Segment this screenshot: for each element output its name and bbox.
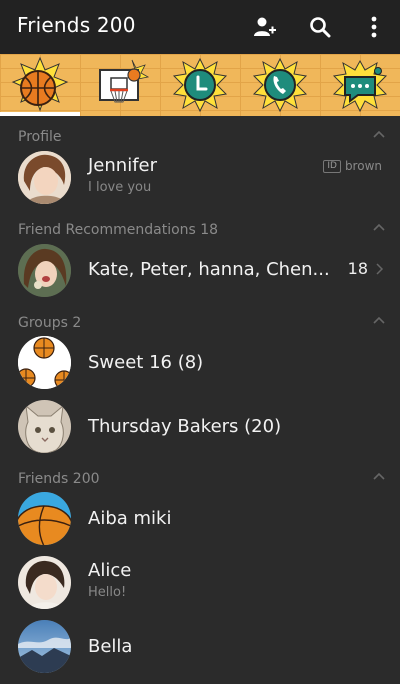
section-label: Friend Recommendations 18 bbox=[18, 222, 219, 238]
tab-timeline[interactable] bbox=[160, 54, 240, 116]
friend-name: Alice bbox=[88, 560, 132, 581]
profile-name: Jennifer bbox=[88, 155, 158, 176]
tab-basketball[interactable] bbox=[0, 54, 80, 116]
basketball-hoop-icon bbox=[99, 59, 150, 103]
phone-icon bbox=[252, 57, 308, 113]
recommendations-row[interactable]: Kate, Peter, hanna, Chen... 18 bbox=[0, 238, 400, 302]
friend-status: Hello! bbox=[88, 585, 127, 600]
avatar bbox=[18, 400, 71, 453]
clock-icon bbox=[172, 57, 228, 113]
search-icon[interactable] bbox=[303, 10, 337, 44]
chevron-up-icon bbox=[373, 130, 385, 138]
chevron-up-icon bbox=[373, 223, 385, 231]
group-name: Thursday Bakers (20) bbox=[88, 416, 282, 437]
chevron-up-icon bbox=[373, 472, 385, 480]
chevron-up-icon bbox=[373, 316, 385, 324]
page-title: Friends 200 bbox=[17, 13, 136, 37]
group-row[interactable]: Sweet 16 (8) bbox=[0, 331, 400, 395]
top-app-bar: Friends 200 bbox=[0, 0, 400, 54]
group-row[interactable]: Thursday Bakers (20) bbox=[0, 395, 400, 459]
friend-row[interactable]: Alice Hello! bbox=[0, 551, 400, 615]
id-badge-label: ID bbox=[323, 159, 341, 173]
tab-hoop[interactable] bbox=[80, 54, 160, 116]
tab-more[interactable] bbox=[320, 54, 400, 116]
basketball-icon bbox=[11, 56, 69, 112]
avatar bbox=[18, 492, 71, 545]
avatar bbox=[18, 620, 71, 673]
friend-name: Aiba miki bbox=[88, 508, 172, 529]
friend-row[interactable]: Aiba miki bbox=[0, 487, 400, 551]
avatar bbox=[18, 151, 71, 204]
tab-bar bbox=[0, 54, 400, 116]
recommendation-count: 18 bbox=[347, 259, 368, 278]
friend-name: Bella bbox=[88, 636, 133, 657]
active-tab-indicator bbox=[0, 112, 80, 116]
section-label: Profile bbox=[18, 129, 62, 145]
profile-status: I love you bbox=[88, 180, 152, 195]
profile-id: ID brown bbox=[323, 159, 382, 173]
add-friend-icon[interactable] bbox=[248, 10, 282, 44]
recommendation-names: Kate, Peter, hanna, Chen... bbox=[88, 259, 330, 280]
section-label: Friends 200 bbox=[18, 471, 100, 487]
friend-row[interactable]: Bella bbox=[0, 615, 400, 679]
group-name: Sweet 16 (8) bbox=[88, 352, 204, 373]
id-value: brown bbox=[344, 159, 382, 173]
more-vert-icon[interactable] bbox=[357, 10, 391, 44]
chat-bubble-icon bbox=[332, 59, 388, 113]
section-label: Groups 2 bbox=[18, 315, 82, 331]
avatar bbox=[18, 244, 71, 297]
avatar bbox=[18, 336, 71, 389]
avatar bbox=[18, 556, 71, 609]
chevron-right-icon bbox=[376, 263, 384, 275]
tab-calls[interactable] bbox=[240, 54, 320, 116]
profile-row[interactable]: Jennifer I love you ID brown bbox=[0, 145, 400, 209]
